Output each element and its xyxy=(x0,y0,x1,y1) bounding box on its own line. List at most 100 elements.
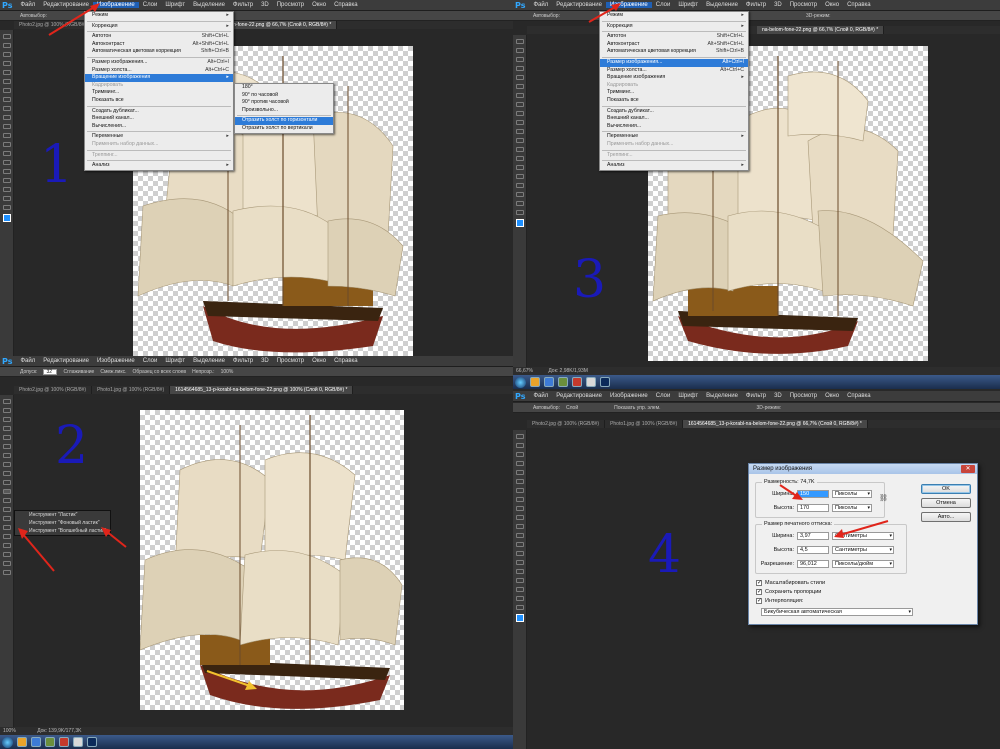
foreground-color-swatch[interactable] xyxy=(516,219,524,227)
tab-ship[interactable]: na-belom-fone-22.png @ 66,7% (Слой 0, RG… xyxy=(757,26,885,34)
menu-edit[interactable]: Редактирование xyxy=(552,2,606,8)
path-select-tool-icon[interactable] xyxy=(516,578,524,583)
menu-file[interactable]: Файл xyxy=(529,393,552,399)
resample-checkbox[interactable]: ✓ Интерполяция: xyxy=(756,598,803,604)
menu-help[interactable]: Справка xyxy=(843,393,875,399)
crop-tool-icon[interactable] xyxy=(3,70,11,75)
marquee-tool-icon[interactable] xyxy=(3,408,11,413)
menu-item[interactable]: Автоконтраст Alt+Shift+Ctrl+L xyxy=(85,41,233,49)
menu-view[interactable]: Просмотр xyxy=(786,2,821,8)
width-unit-select[interactable]: Пикселы xyxy=(832,490,872,498)
menu-type[interactable]: Шрифт xyxy=(161,358,189,364)
menu-layers[interactable]: Слои xyxy=(652,393,675,399)
taskbar-app-icon[interactable] xyxy=(558,377,568,387)
menu-item[interactable]: Показать все xyxy=(600,97,748,105)
menu-item[interactable]: Коррекция ▸ xyxy=(85,23,233,31)
taskbar-photoshop-icon[interactable] xyxy=(600,377,610,387)
menu-window[interactable]: Окно xyxy=(821,393,843,399)
menu-item[interactable]: Коррекция ▸ xyxy=(600,23,748,31)
blur-tool-icon[interactable] xyxy=(3,142,11,147)
type-tool-icon[interactable] xyxy=(3,534,11,539)
menu-item[interactable]: Показать все xyxy=(85,97,233,105)
menu-item[interactable]: Размер холста... Alt+Ctrl+C xyxy=(85,67,233,75)
ok-button[interactable]: OK xyxy=(921,484,971,494)
menu-filter[interactable]: Фильтр xyxy=(742,393,770,399)
menu-item[interactable]: Вращение изображения ▸ xyxy=(600,74,748,82)
lasso-tool-icon[interactable] xyxy=(516,452,524,457)
shape-tool-icon[interactable] xyxy=(516,192,524,197)
gradient-tool-icon[interactable] xyxy=(3,498,11,503)
print-width-input[interactable]: 3,97 xyxy=(797,532,829,540)
eraser-tool-icon[interactable] xyxy=(3,489,11,494)
menu-image[interactable]: Изображение xyxy=(93,358,139,364)
tab-photo2[interactable]: Photo2.jpg @ 100% (RGB/8#) xyxy=(527,420,606,428)
marquee-tool-icon[interactable] xyxy=(3,43,11,48)
tab-photo2[interactable]: Photo2.jpg @ 100% (RGB/8#) xyxy=(14,386,93,394)
eyedropper-tool-icon[interactable] xyxy=(516,84,524,89)
menu-item[interactable]: Размер изображения... Alt+Ctrl+I xyxy=(85,59,233,67)
menu-item[interactable]: Автоматическая цветовая коррекция Shift+C… xyxy=(600,48,748,56)
menu-item[interactable]: Внешний канал... xyxy=(85,115,233,123)
contiguous-checkbox[interactable]: Смеж.пикс. xyxy=(100,369,126,375)
tab-ship[interactable]: 1614564685_13-p-korabl-na-belom-fone-22.… xyxy=(683,420,868,428)
brush-tool-icon[interactable] xyxy=(3,97,11,102)
menu-image[interactable]: Изображение xyxy=(92,2,139,8)
menu-layers[interactable]: Слои xyxy=(139,358,162,364)
menu-layers[interactable]: Слои xyxy=(652,2,675,8)
gradient-tool-icon[interactable] xyxy=(516,138,524,143)
lasso-tool-icon[interactable] xyxy=(516,57,524,62)
zoom-level[interactable]: 100% xyxy=(3,728,16,734)
menu-type[interactable]: Шрифт xyxy=(161,2,189,8)
menu-image[interactable]: Изображение xyxy=(605,2,652,8)
shape-tool-icon[interactable] xyxy=(3,187,11,192)
menu-3d[interactable]: 3D xyxy=(257,358,273,364)
background-eraser-tool-option[interactable]: Инструмент "Фоновый ластик" xyxy=(15,519,110,527)
crop-tool-icon[interactable] xyxy=(516,75,524,80)
eraser-tool-icon[interactable] xyxy=(516,524,524,529)
resolution-input[interactable]: 96,012 xyxy=(797,560,829,568)
autoselect-label[interactable]: Автовыбор: xyxy=(20,13,47,19)
healing-tool-icon[interactable] xyxy=(516,93,524,98)
hand-tool-icon[interactable] xyxy=(516,596,524,601)
taskbar-app-icon[interactable] xyxy=(59,737,69,747)
autoselect-label[interactable]: Автовыбор: xyxy=(533,405,560,411)
menu-filter[interactable]: Фильтр xyxy=(229,358,257,364)
menu-edit[interactable]: Редактирование xyxy=(552,393,606,399)
move-tool-icon[interactable] xyxy=(3,399,11,404)
menu-window[interactable]: Окно xyxy=(821,2,843,8)
auto-button[interactable]: Авто... xyxy=(921,512,971,522)
blur-tool-icon[interactable] xyxy=(516,542,524,547)
menu-3d[interactable]: 3D xyxy=(257,2,273,8)
history-brush-tool-icon[interactable] xyxy=(516,120,524,125)
type-tool-icon[interactable] xyxy=(3,169,11,174)
quick-select-tool-icon[interactable] xyxy=(3,426,11,431)
hand-tool-icon[interactable] xyxy=(3,561,11,566)
menu-item[interactable]: 180° xyxy=(235,84,333,92)
menu-item[interactable]: Тримминг... xyxy=(600,89,748,97)
tolerance-input[interactable]: 32 xyxy=(43,368,58,375)
type-tool-icon[interactable] xyxy=(516,174,524,179)
lasso-tool-icon[interactable] xyxy=(3,417,11,422)
zoom-level[interactable]: 66,67% xyxy=(516,368,533,374)
dodge-tool-icon[interactable] xyxy=(516,551,524,556)
menu-select[interactable]: Выделение xyxy=(702,2,742,8)
menu-item[interactable]: Размер изображения... Alt+Ctrl+I xyxy=(600,58,748,67)
print-height-input[interactable]: 4,5 xyxy=(797,546,829,554)
menu-file[interactable]: Файл xyxy=(529,2,552,8)
menu-filter[interactable]: Фильтр xyxy=(742,2,770,8)
dodge-tool-icon[interactable] xyxy=(3,151,11,156)
menu-view[interactable]: Просмотр xyxy=(786,393,821,399)
quick-select-tool-icon[interactable] xyxy=(516,66,524,71)
tab-ship[interactable]: 1614564685_13-p-korabl-na-belom-fone-22.… xyxy=(170,386,354,394)
taskbar-app-icon[interactable] xyxy=(530,377,540,387)
opacity-input[interactable]: 100% xyxy=(221,369,234,375)
menu-item[interactable]: Создать дубликат... xyxy=(600,108,748,116)
eraser-tool-option[interactable]: Инструмент "Ластик" xyxy=(15,511,110,519)
shape-tool-icon[interactable] xyxy=(516,587,524,592)
healing-tool-icon[interactable] xyxy=(3,88,11,93)
stamp-tool-icon[interactable] xyxy=(3,106,11,111)
menu-item[interactable]: Автоконтраст Alt+Shift+Ctrl+L xyxy=(600,41,748,49)
zoom-tool-icon[interactable] xyxy=(516,210,524,215)
marquee-tool-icon[interactable] xyxy=(516,443,524,448)
eyedropper-tool-icon[interactable] xyxy=(3,79,11,84)
